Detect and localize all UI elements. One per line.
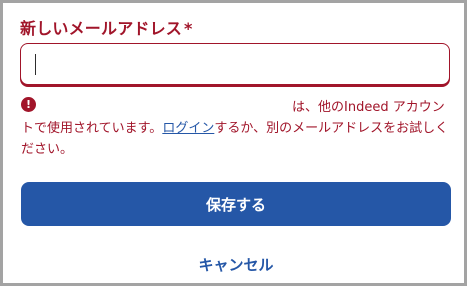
cancel-button[interactable]: キャンセル xyxy=(21,249,451,279)
required-asterisk: * xyxy=(184,19,193,38)
text-caret xyxy=(35,54,36,75)
email-field-label: 新しいメールアドレス * xyxy=(20,15,193,39)
new-email-input[interactable] xyxy=(20,43,450,85)
email-field-label-text: 新しいメールアドレス xyxy=(20,19,183,38)
save-button[interactable]: 保存する xyxy=(21,182,451,226)
login-link[interactable]: ログイン xyxy=(162,121,214,136)
dialog-frame: 新しいメールアドレス * ! は、他のIndeed アカウントで使用されています。… xyxy=(0,0,467,286)
error-message-text: は、他のIndeed アカウントで使用されています。ログインするか、別のメールア… xyxy=(21,97,453,160)
